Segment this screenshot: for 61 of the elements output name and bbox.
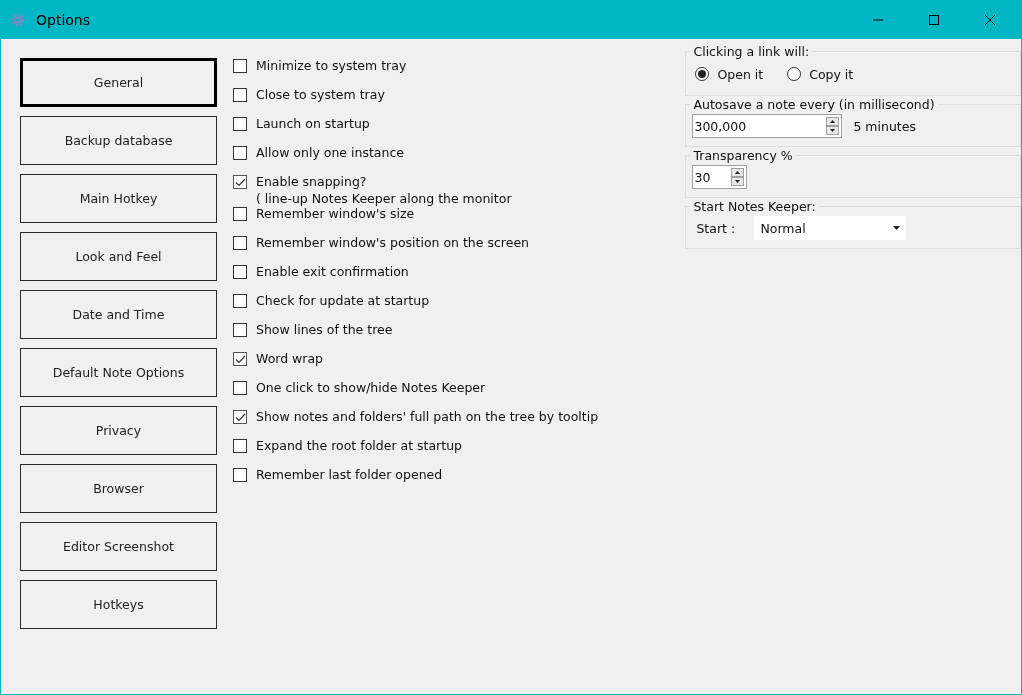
option-label: Remember window's size (256, 206, 415, 222)
checkbox[interactable] (233, 117, 247, 131)
nav-button[interactable]: Date and Time (20, 290, 217, 339)
checkbox[interactable] (233, 146, 247, 160)
number-field[interactable]: 300,000 (692, 114, 843, 138)
dropdown-caret-icon (893, 226, 901, 230)
nav-button[interactable]: Editor Screenshot (20, 522, 217, 571)
radio-label: Open it (717, 66, 764, 82)
option-label: Enable snapping? ( line-up Notes Keeper along the monitor (256, 173, 512, 207)
radio-label: Copy it (809, 66, 854, 82)
start-label: Start : (695, 220, 737, 236)
nav-button[interactable]: Backup database (20, 116, 217, 165)
gear-icon (10, 12, 26, 28)
checkmark-icon (234, 177, 246, 187)
option-label: Enable exit confirmation (256, 263, 409, 280)
checkbox[interactable] (233, 59, 247, 73)
checkbox[interactable] (233, 410, 247, 424)
checkbox[interactable] (233, 439, 247, 453)
checkbox[interactable] (233, 207, 247, 221)
option-label: Show lines of the tree (256, 321, 393, 338)
checkbox[interactable] (233, 265, 247, 279)
group-title: Transparency % (692, 148, 794, 163)
nav-button[interactable]: Look and Feel (20, 232, 217, 281)
maximize-icon (929, 15, 939, 25)
checkbox[interactable] (233, 323, 247, 337)
nav-button[interactable]: Hotkeys (20, 580, 217, 629)
nav-button[interactable]: Main Hotkey (20, 174, 217, 223)
nav-button[interactable]: Browser (20, 464, 217, 513)
radio-button[interactable] (695, 67, 710, 81)
checkbox[interactable] (233, 381, 247, 395)
option-label: Remember window's position on the screen (256, 234, 529, 251)
group-title: Clicking a link will: (692, 44, 811, 59)
checkmark-icon (234, 354, 246, 364)
option-label: Allow only one instance (256, 144, 404, 161)
group-title: Start Notes Keeper: (692, 199, 817, 214)
option-label: Show notes and folders' full path on the tree by tooltip (256, 408, 599, 425)
radio-button[interactable] (787, 67, 802, 81)
nav-button[interactable]: Privacy (20, 406, 217, 455)
option-label: Remember last folder opened (256, 466, 443, 483)
checkbox[interactable] (233, 175, 247, 189)
option-label: Minimize to system tray (256, 57, 407, 74)
nav-button[interactable]: Default Note Options (20, 348, 217, 397)
number-field[interactable]: 30 (692, 165, 748, 189)
option-label: Close to system tray (256, 86, 385, 103)
close-icon (985, 15, 995, 25)
window-title: Options (36, 12, 91, 28)
group-title: Autosave a note every (in millisecond) (692, 97, 936, 112)
checkbox[interactable] (233, 468, 247, 482)
start-dropdown[interactable]: Normal (754, 216, 907, 240)
checkbox[interactable] (233, 294, 247, 308)
checkbox[interactable] (233, 88, 247, 102)
option-label: Check for update at startup (256, 292, 430, 309)
option-label: Word wrap (256, 350, 324, 367)
option-label: Launch on startup (256, 115, 370, 132)
checkbox[interactable] (233, 352, 247, 366)
nav-button[interactable]: General (20, 58, 217, 107)
option-label: Expand the root folder at startup (256, 437, 462, 454)
option-label: One click to show/hide Notes Keeper (256, 379, 486, 396)
checkbox[interactable] (233, 236, 247, 250)
checkmark-icon (234, 412, 246, 422)
duration-label: 5 minutes (853, 118, 916, 134)
